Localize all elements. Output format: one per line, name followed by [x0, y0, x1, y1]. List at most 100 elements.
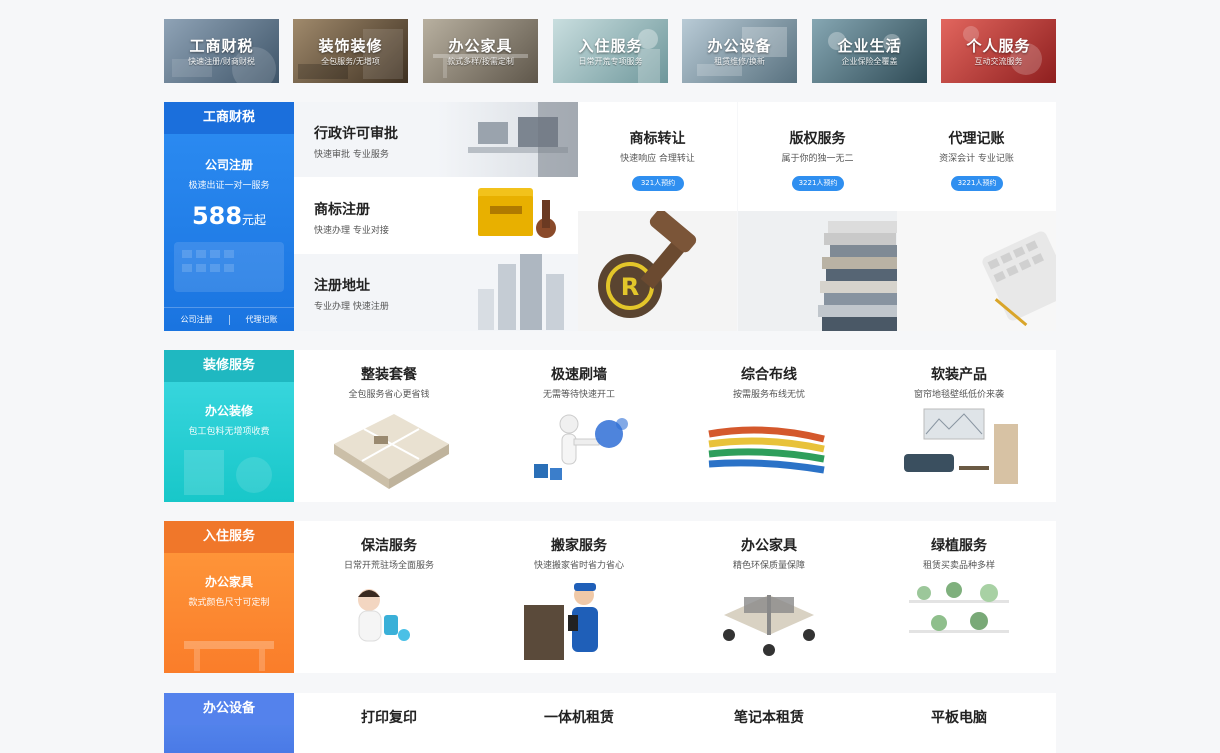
top-tile-business-tax[interactable]: 工商财税 快速注册/财商财税 — [164, 19, 279, 83]
gavel-trademark-image: R — [578, 211, 737, 331]
list-item-title: 注册地址 — [314, 278, 370, 294]
list-item-sub: 快速审批 专业服务 — [314, 150, 389, 160]
top-tile-sub: 企业保险全覆盖 — [841, 57, 898, 66]
product-row-moving-in: 保洁服务 日常开荒驻场全面服务 搬家服务 快速搬家省时省力省心 办公家具 精色环… — [294, 521, 1056, 673]
footer-link-company-register[interactable]: 公司注册 — [181, 314, 213, 325]
feature-sub: 属于你的独一无二 — [781, 154, 854, 164]
top-tile-title: 企业生活 — [837, 37, 902, 55]
footer-divider — [228, 314, 230, 325]
feature-copyright-service[interactable]: 版权服务 属于你的独一无二 3221人预约 — [738, 102, 897, 331]
top-tile-office-equipment[interactable]: 办公设备 租赁维修/换新 — [682, 19, 797, 83]
buildings-image — [478, 254, 564, 330]
feature-title: 代理记账 — [948, 131, 1005, 147]
product-sub: 全包服务省心更省钱 — [348, 390, 430, 400]
category-card-price: 588元起 — [164, 202, 294, 230]
product-title: 软装产品 — [931, 367, 987, 383]
top-tile-sub: 日常开荒专项服务 — [578, 57, 643, 66]
list-item-sub: 快速办理 专业对接 — [314, 226, 389, 236]
product-sub: 租赁买卖品种多样 — [922, 561, 995, 571]
appointment-button[interactable]: 321人预约 — [632, 176, 684, 191]
top-tile-enterprise-life[interactable]: 企业生活 企业保险全覆盖 — [812, 19, 927, 83]
product-title: 极速刷墙 — [551, 367, 607, 383]
category-card-head: 入住服务 — [164, 521, 294, 553]
product-package-decoration[interactable]: 整装套餐 全包服务省心更省钱 — [294, 350, 484, 502]
product-title: 笔记本租赁 — [734, 710, 804, 726]
product-title: 绿植服务 — [931, 538, 987, 554]
product-quick-painting[interactable]: 极速刷墙 无需等待快速开工 — [484, 350, 674, 502]
feature-sub: 资深会计 专业记账 — [939, 154, 1014, 164]
category-card-sub: 包工包料无增项收费 — [188, 427, 270, 437]
top-tile-moving-in[interactable]: 入住服务 日常开荒专项服务 — [553, 19, 668, 83]
product-tablet[interactable]: 平板电脑 — [864, 693, 1054, 753]
product-title: 综合布线 — [741, 367, 797, 383]
painter-figure-image — [534, 414, 628, 480]
list-item-sub: 专业办理 快速注册 — [314, 302, 389, 312]
top-tile-title: 入住服务 — [578, 37, 643, 55]
category-card-sub: 极速出证一对一服务 — [188, 181, 270, 191]
appointment-button[interactable]: 3221人预约 — [951, 176, 1003, 191]
product-green-plants[interactable]: 绿植服务 租赁买卖品种多样 — [864, 521, 1054, 673]
category-card-head: 办公设备 — [164, 693, 294, 725]
plants-shelf-image — [909, 582, 1009, 633]
product-row-office-equipment: 打印复印 一体机租赁 笔记本租赁 平板电脑 — [294, 693, 1056, 753]
product-cleaning[interactable]: 保洁服务 日常开荒驻场全面服务 — [294, 521, 484, 673]
keyboard-pen-image — [897, 211, 1056, 331]
top-tile-title: 装饰装修 — [318, 37, 383, 55]
feature-trademark-transfer[interactable]: 商标转让 快速响应 合理转让 321人预约 R — [578, 102, 737, 331]
books-image — [738, 211, 897, 331]
feature-sub: 快速响应 合理转让 — [620, 154, 695, 164]
top-category-bar: 工商财税 快速注册/财商财税 装饰装修 全包服务/无增项 办公家具 款式多样/按… — [164, 19, 1056, 83]
product-all-in-one-rental[interactable]: 一体机租赁 — [484, 693, 674, 753]
floor-plan-image — [334, 414, 449, 489]
list-item-title: 行政许可审批 — [314, 126, 398, 142]
top-tile-title: 个人服务 — [966, 37, 1031, 55]
product-laptop-rental[interactable]: 笔记本租赁 — [674, 693, 864, 753]
top-tile-sub: 互动交流服务 — [974, 57, 1023, 66]
top-tile-title: 工商财税 — [189, 37, 254, 55]
list-item-trademark-register[interactable]: 商标注册 快速办理 专业对接 — [294, 178, 578, 254]
list-item-register-address[interactable]: 注册地址 专业办理 快速注册 — [294, 254, 578, 331]
product-cabling[interactable]: 综合布线 按需服务布线无忧 — [674, 350, 864, 502]
living-room-image — [904, 408, 1018, 484]
product-office-furniture[interactable]: 办公家具 精色环保质量保障 — [674, 521, 864, 673]
price-value: 588 — [191, 202, 243, 230]
product-row-decoration: 整装套餐 全包服务省心更省钱 极速刷墙 无需等待快速开工 综合布线 按需服务布线… — [294, 350, 1056, 502]
category-card-moving-in[interactable]: 入住服务 办公家具 款式颜色尺寸可定制 — [164, 521, 294, 673]
office-desk-image — [438, 102, 578, 177]
product-title: 保洁服务 — [361, 538, 417, 554]
category-card-sub: 款式颜色尺寸可定制 — [188, 598, 270, 608]
feature-title: 版权服务 — [789, 131, 846, 147]
product-title: 一体机租赁 — [544, 710, 614, 726]
footer-link-bookkeeping[interactable]: 代理记账 — [246, 314, 278, 325]
category-card-office-equipment[interactable]: 办公设备 — [164, 693, 294, 753]
folder-stamp-image — [478, 188, 556, 238]
product-sub: 按需服务布线无忧 — [732, 390, 805, 400]
product-print-copy[interactable]: 打印复印 — [294, 693, 484, 753]
top-tile-sub: 全包服务/无增项 — [321, 57, 380, 66]
appointment-button[interactable]: 3221人预约 — [792, 176, 844, 191]
category-card-business-tax[interactable]: 工商财税 公司注册 极速出证一对一服务 588元起 公司注册 代理记账 — [164, 102, 294, 331]
category-card-footer: 公司注册 代理记账 — [164, 307, 294, 331]
product-title: 打印复印 — [361, 710, 417, 726]
category-card-title: 办公装修 — [204, 404, 253, 418]
product-soft-furnishing[interactable]: 软装产品 窗帘地毯壁纸低价来袭 — [864, 350, 1054, 502]
top-tile-personal-service[interactable]: 个人服务 互动交流服务 — [941, 19, 1056, 83]
top-tile-decoration[interactable]: 装饰装修 全包服务/无增项 — [293, 19, 408, 83]
workstations-image — [723, 595, 815, 656]
product-sub: 快速搬家省时省力省心 — [533, 561, 624, 571]
mover-worker-image — [524, 583, 598, 660]
top-tile-sub: 款式多样/按需定制 — [447, 57, 514, 66]
top-tile-office-furniture[interactable]: 办公家具 款式多样/按需定制 — [423, 19, 538, 83]
product-title: 平板电脑 — [931, 710, 987, 726]
list-item-admin-approval[interactable]: 行政许可审批 快速审批 专业服务 — [294, 102, 578, 178]
feature-bookkeeping[interactable]: 代理记账 资深会计 专业记账 3221人预约 — [897, 102, 1056, 331]
category-card-head: 装修服务 — [164, 350, 294, 382]
feature-title: 商标转让 — [629, 131, 686, 147]
svg-text:R: R — [621, 273, 639, 301]
cables-image — [708, 426, 825, 474]
product-moving[interactable]: 搬家服务 快速搬家省时省力省心 — [484, 521, 674, 673]
product-title: 搬家服务 — [551, 538, 607, 554]
product-sub: 无需等待快速开工 — [542, 390, 615, 400]
category-card-decoration[interactable]: 装修服务 办公装修 包工包料无增项收费 — [164, 350, 294, 502]
product-sub: 精色环保质量保障 — [732, 561, 805, 571]
